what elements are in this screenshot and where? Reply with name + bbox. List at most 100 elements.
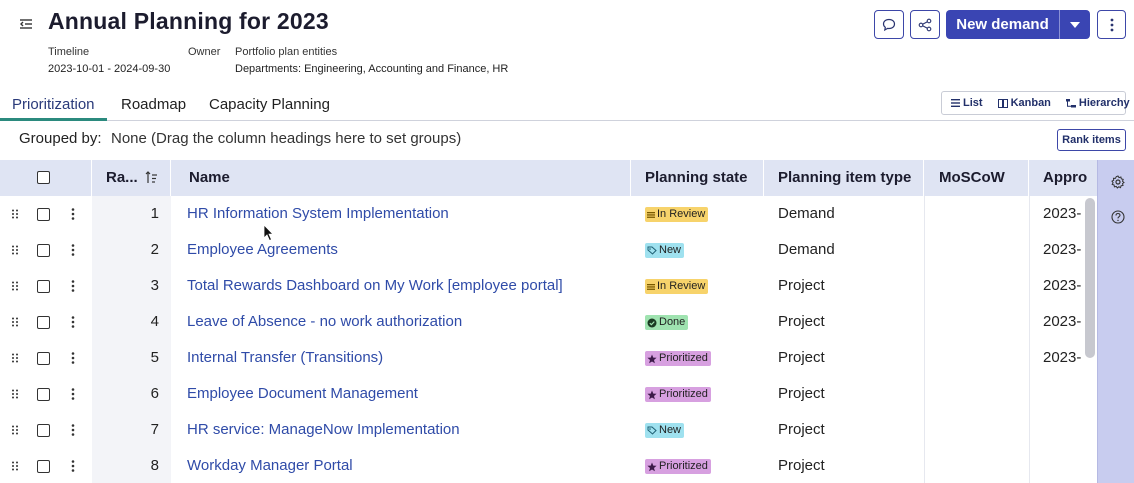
row-checkbox[interactable] [37,316,50,329]
table-row[interactable]: 2 Employee Agreements New Demand 2023- [0,232,1097,268]
table-row[interactable]: 4 Leave of Absence - no work authorizatio… [0,304,1097,340]
item-name-link[interactable]: Internal Transfer (Transitions) [187,340,383,376]
new-demand-label[interactable]: New demand [946,10,1060,39]
group-drop-zone[interactable]: None (Drag the column headings here to s… [111,130,461,147]
entities-value: Departments: Engineering, Accounting and… [235,63,509,75]
chevron-down-icon [1070,21,1080,28]
row-menu-icon[interactable] [71,460,75,472]
active-tab-indicator [0,118,107,121]
grouped-by-label: Grouped by: [19,130,102,147]
more-button[interactable] [1097,10,1126,39]
rank-cell: 7 [150,421,159,438]
entities-label: Portfolio plan entities [235,46,338,58]
planning-state-badge: Prioritized [645,459,711,474]
rank-cell: 6 [150,385,159,402]
vertical-scrollbar[interactable] [1085,198,1095,358]
rank-cell: 8 [150,457,159,474]
drag-handle-icon[interactable] [11,209,19,219]
column-header-planning-state[interactable]: Planning state [631,160,764,196]
page-header: Annual Planning for 2023 Timeline 2023-1… [0,0,1134,90]
in-review-icon [647,283,655,290]
drag-handle-icon[interactable] [11,389,19,399]
tab-prioritization[interactable]: Prioritization [12,96,95,113]
new-demand-button[interactable]: New demand [946,10,1090,39]
right-rail [1097,160,1134,483]
approval-cell: 2023- [1043,277,1082,294]
row-menu-icon[interactable] [71,280,75,292]
item-name-link[interactable]: Leave of Absence - no work authorization [187,304,462,340]
column-header-item-type[interactable]: Planning item type [764,160,924,196]
row-checkbox[interactable] [37,280,50,293]
item-name-link[interactable]: Workday Manager Portal [187,448,353,483]
row-checkbox[interactable] [37,460,50,473]
item-type-cell: Project [778,457,825,474]
approval-cell: 2023- [1043,349,1082,366]
share-button[interactable] [910,10,940,39]
drag-handle-icon[interactable] [11,245,19,255]
planning-state-badge: In Review [645,207,709,222]
drag-handle-icon[interactable] [11,281,19,291]
grid-header: Ra... Name Planning state Planning item … [0,160,1097,196]
planning-state-badge: In Review [645,279,709,294]
drag-handle-icon[interactable] [11,461,19,471]
row-menu-icon[interactable] [71,388,75,400]
row-checkbox[interactable] [37,244,50,257]
table-row[interactable]: 1 HR Information System Implementation In … [0,196,1097,232]
table-row[interactable]: 3 Total Rewards Dashboard on My Work [emp… [0,268,1097,304]
planning-state-label: Prioritized [659,460,708,472]
rank-cell: 5 [150,349,159,366]
planning-state-badge: Prioritized [645,351,711,366]
tab-capacity-planning[interactable]: Capacity Planning [209,96,330,113]
row-menu-icon[interactable] [71,208,75,220]
kanban-icon [997,98,1008,108]
column-header-approval[interactable]: Appro [1029,160,1097,196]
item-name-link[interactable]: Employee Document Management [187,376,418,412]
column-header-name[interactable]: Name [171,160,631,196]
rank-items-button[interactable]: Rank items [1057,129,1126,151]
row-checkbox[interactable] [37,424,50,437]
tab-roadmap[interactable]: Roadmap [121,96,186,113]
row-checkbox[interactable] [37,208,50,221]
column-header-rank[interactable]: Ra... [92,160,171,196]
check-circle-icon [647,318,657,327]
item-type-cell: Project [778,349,825,366]
planning-state-badge: Done [645,315,689,330]
table-row[interactable]: 5 Internal Transfer (Transitions) Prioriti… [0,340,1097,376]
item-name-link[interactable]: Total Rewards Dashboard on My Work [empl… [187,268,563,304]
planning-grid: Ra... Name Planning state Planning item … [0,160,1097,483]
drag-handle-icon[interactable] [11,425,19,435]
comment-button[interactable] [874,10,904,39]
row-menu-icon[interactable] [71,316,75,328]
hierarchy-icon [1065,98,1076,107]
table-row[interactable]: 8 Workday Manager Portal Prioritized Projec… [0,448,1097,483]
view-list-button[interactable]: List [951,97,983,109]
drag-handle-icon[interactable] [11,353,19,363]
table-row[interactable]: 6 Employee Document Management Prioritized… [0,376,1097,412]
collapse-icon[interactable] [17,15,35,33]
item-name-link[interactable]: HR Information System Implementation [187,196,449,232]
item-name-link[interactable]: HR service: ManageNow Implementation [187,412,460,448]
table-row[interactable]: 7 HR service: ManageNow Implementation New… [0,412,1097,448]
row-menu-icon[interactable] [71,424,75,436]
view-kanban-button[interactable]: Kanban [997,97,1051,109]
row-menu-icon[interactable] [71,244,75,256]
planning-state-badge: New [645,243,685,258]
row-menu-icon[interactable] [71,352,75,364]
column-header-moscow[interactable]: MoSCoW [924,160,1029,196]
new-demand-dropdown[interactable] [1060,10,1090,39]
column-header-rank-label: Ra... [106,169,138,186]
row-checkbox[interactable] [37,388,50,401]
settings-icon[interactable] [1111,175,1125,189]
star-icon [647,354,657,363]
rank-cell: 3 [150,277,159,294]
row-checkbox[interactable] [37,352,50,365]
help-icon[interactable] [1111,210,1125,224]
sort-ascending-icon[interactable] [145,171,158,184]
planning-state-label: New [659,244,682,256]
view-hierarchy-button[interactable]: Hierarchy [1065,97,1130,109]
item-type-cell: Project [778,277,825,294]
select-all-checkbox[interactable] [37,171,50,184]
drag-handle-icon[interactable] [11,317,19,327]
view-kanban-label: Kanban [1010,97,1051,109]
item-type-cell: Project [778,313,825,330]
